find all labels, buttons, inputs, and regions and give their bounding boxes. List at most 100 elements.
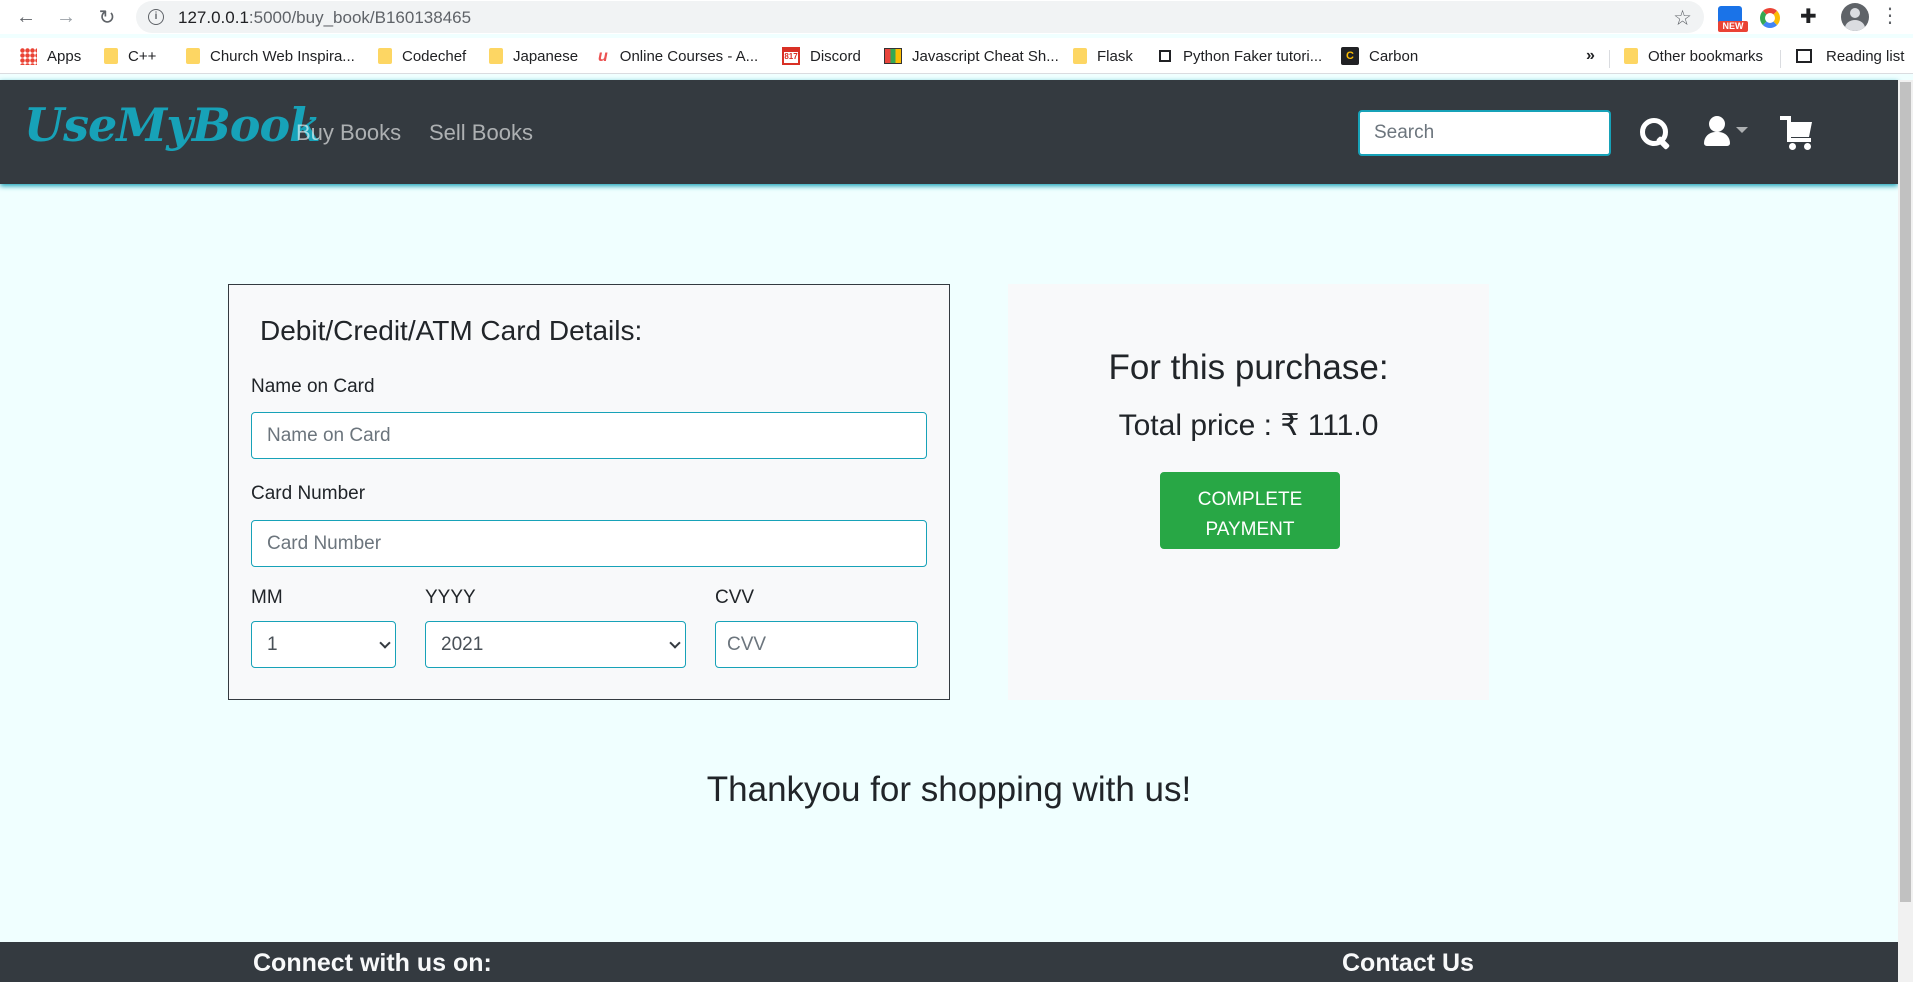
summary-title: For this purchase: [1108,348,1389,387]
folder-icon [104,48,118,64]
reading-list-icon [1796,49,1812,63]
bookmark-label: Javascript Cheat Sh... [912,47,1059,65]
bookmark-separator [1609,50,1610,68]
search-input[interactable] [1358,110,1611,156]
footer-contact-heading: Contact Us [1342,949,1474,977]
footer-connect-heading: Connect with us on: [253,949,492,977]
nav-buy-books[interactable]: Buy Books [296,120,401,146]
reload-icon[interactable]: ↻ [94,4,120,30]
bookmark-carbon[interactable]: C Carbon [1341,46,1418,66]
cart-icon[interactable] [1780,116,1816,150]
new-extension-icon[interactable]: NEW [1718,6,1748,32]
bookmark-label: Carbon [1369,47,1419,65]
brand-logo[interactable]: UseMyBook [24,98,321,152]
cvv-label: CVV [715,587,755,608]
user-dropdown-icon[interactable] [1704,116,1752,150]
browser-toolbar: ← → ↻ i 127.0.0.1:5000/buy_book/B1601384… [0,0,1913,34]
folder-icon [489,48,503,64]
folder-icon [378,48,392,64]
scrollbar-thumb[interactable] [1900,82,1911,902]
color-ring-extension-icon[interactable] [1760,8,1780,28]
apps-grid-icon [20,47,37,65]
name-on-card-input[interactable] [251,412,927,459]
bookmark-japanese[interactable]: Japanese [489,46,578,66]
extensions-puzzle-icon[interactable]: ✚ [1800,4,1824,28]
bookmark-apps[interactable]: Apps [20,46,81,66]
caret-down-icon [1736,127,1748,133]
card-number-label: Card Number [251,483,366,504]
udemy-icon: u [598,48,608,65]
folder-icon [1624,48,1638,64]
folder-icon [1073,48,1087,64]
profile-avatar-icon[interactable] [1841,3,1869,31]
nav-sell-books[interactable]: Sell Books [429,120,533,146]
bookmark-label: Flask [1097,47,1133,65]
bookmark-python-faker[interactable]: Python Faker tutori... [1157,46,1322,66]
year-select-value: 2021 [441,633,484,655]
bookmark-label: Apps [47,47,82,65]
cvv-input[interactable] [715,621,918,668]
mm-label: MM [251,587,283,608]
javascript-cheatsheet-icon [884,48,902,64]
bookmark-discord[interactable]: 817 Discord [782,46,861,66]
chevron-down-icon [669,637,681,649]
bookmark-codechef[interactable]: Codechef [378,46,466,66]
discord-badge-icon: 817 [782,47,800,65]
bookmark-other[interactable]: Other bookmarks [1624,46,1763,66]
url-host: 127.0.0.1 [178,8,249,27]
cart-basket-shape [1787,122,1812,137]
card-details-form: Debit/Credit/ATM Card Details: Name on C… [228,284,950,700]
thank-you-message: Thankyou for shopping with us! [706,770,1192,809]
year-select[interactable]: 2021 [425,621,686,668]
purchase-summary: For this purchase: Total price : ₹ 111.0… [1008,284,1489,700]
bookmark-javascript[interactable]: Javascript Cheat Sh... [884,46,1059,66]
bookmark-star-icon[interactable]: ☆ [1673,6,1692,31]
bookmark-label: Online Courses - A... [619,47,759,65]
bookmark-label: Python Faker tutori... [1183,47,1323,65]
forward-arrow-icon[interactable]: → [53,4,79,30]
user-head-shape [1709,116,1725,132]
folder-icon [186,48,200,64]
bookmark-separator [1780,50,1781,68]
chevron-down-icon [379,637,391,649]
bookmarks-bar: Apps C++ Church Web Inspira... Codechef … [0,38,1913,74]
new-badge: NEW [1718,21,1748,32]
yyyy-label: YYYY [425,587,476,608]
address-bar[interactable]: i 127.0.0.1:5000/buy_book/B160138465 ☆ [136,1,1704,33]
bookmark-cpp[interactable]: C++ [104,46,156,66]
cart-wheel-shape [1804,143,1811,150]
url-path: :5000/buy_book/B160138465 [248,8,472,27]
cart-base-shape [1787,138,1811,142]
complete-payment-button[interactable]: COMPLETE PAYMENT [1160,472,1340,549]
site-footer: Connect with us on: Contact Us [0,942,1898,982]
bookmark-udemy[interactable]: u Online Courses - A... [598,46,758,66]
card-number-input[interactable] [251,520,927,567]
total-price: Total price : ₹ 111.0 [1118,409,1379,442]
month-select-value: 1 [267,633,278,655]
page-scrollbar[interactable] [1898,80,1913,982]
month-select[interactable]: 1 [251,621,396,668]
cart-wheel-shape [1789,143,1796,150]
name-on-card-label: Name on Card [251,376,375,397]
back-arrow-icon[interactable]: ← [13,4,39,30]
bookmark-label: C++ [128,47,157,65]
carbon-icon: C [1341,47,1359,65]
bookmark-church[interactable]: Church Web Inspira... [186,46,355,66]
url-text: 127.0.0.1:5000/buy_book/B160138465 [178,8,471,28]
user-body-shape [1704,132,1730,146]
bookmark-label: Discord [810,47,861,65]
page-icon [1159,50,1171,62]
reading-list-label: Reading list [1826,47,1905,65]
bookmark-label: Japanese [513,47,579,65]
bookmark-label: Other bookmarks [1648,47,1764,65]
browser-menu-icon[interactable]: ⋮ [1880,3,1900,27]
bookmark-label: Church Web Inspira... [210,47,355,65]
search-icon[interactable] [1638,116,1672,150]
bookmark-flask[interactable]: Flask [1073,46,1133,66]
reading-list[interactable]: Reading list [1796,46,1904,66]
site-info-icon[interactable]: i [148,9,164,25]
site-navbar: UseMyBook Buy Books Sell Books [0,80,1898,184]
bookmarks-overflow-chevron[interactable]: » [1586,46,1595,66]
bookmark-label: Codechef [402,47,467,65]
card-form-title: Debit/Credit/ATM Card Details: [260,315,643,346]
